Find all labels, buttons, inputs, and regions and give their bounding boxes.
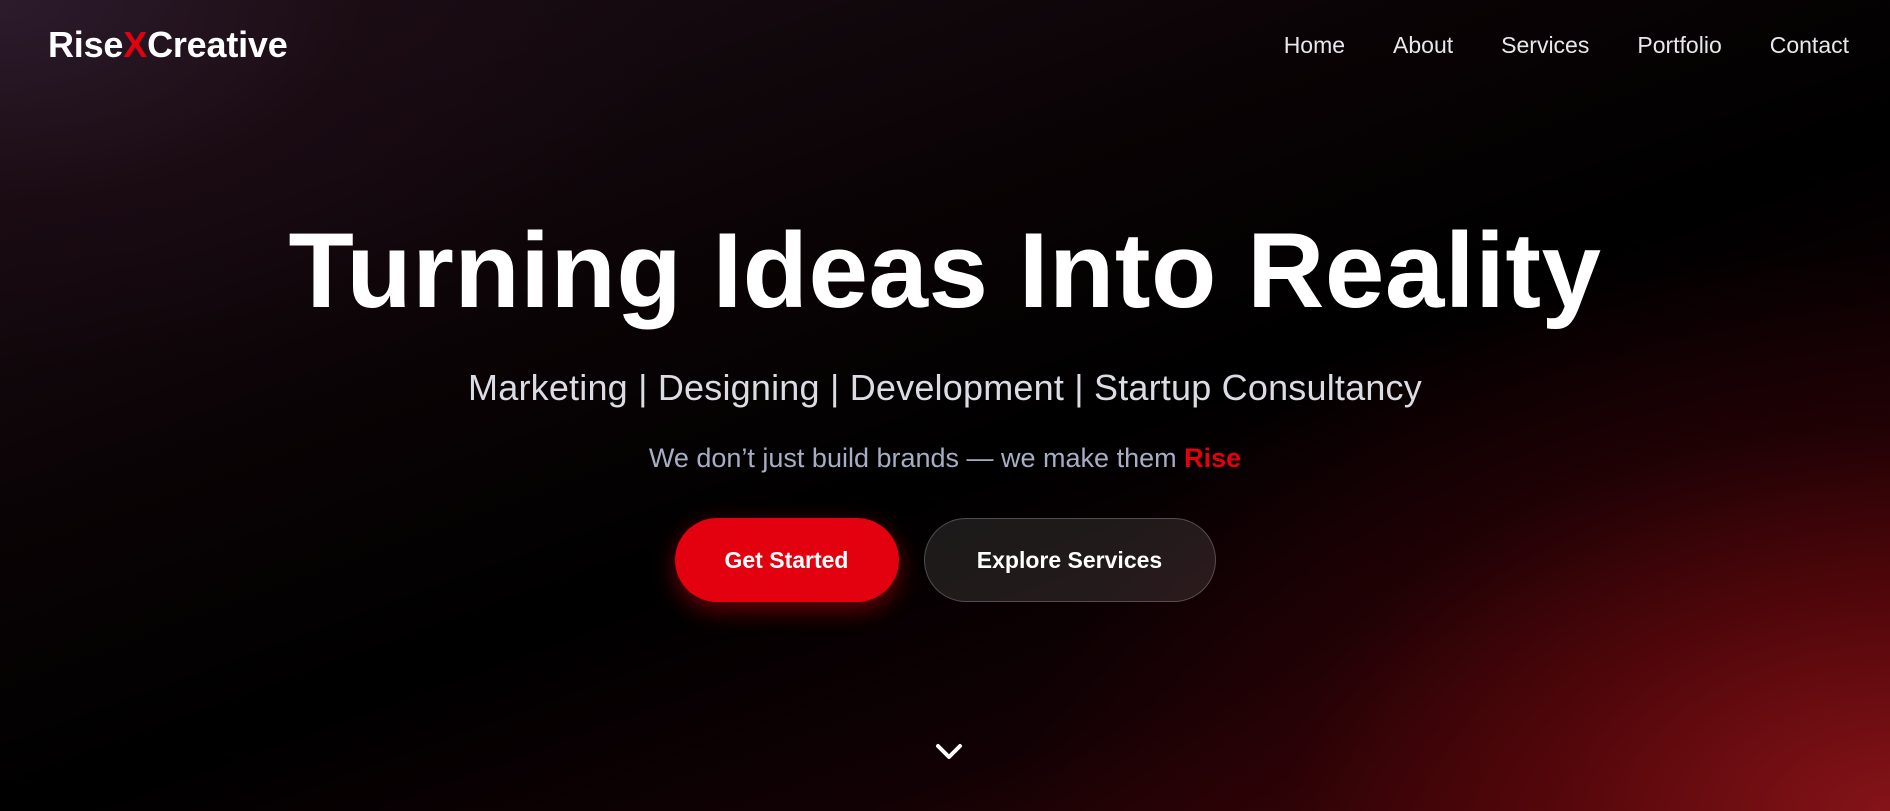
hero-title: Turning Ideas Into Reality (288, 210, 1602, 330)
hero-section: Turning Ideas Into Reality Marketing | D… (0, 208, 1890, 602)
nav-link-contact[interactable]: Contact (1770, 32, 1849, 59)
tagline-text: We don’t just build brands — we make the… (648, 443, 1185, 473)
chevron-down-icon[interactable] (932, 738, 966, 766)
logo-creative: Creative (147, 24, 288, 65)
site-header: RiseXCreative Home About Services Portfo… (0, 0, 1890, 90)
explore-services-button[interactable]: Explore Services (923, 518, 1216, 602)
nav-link-home[interactable]: Home (1284, 32, 1345, 59)
nav-link-portfolio[interactable]: Portfolio (1637, 32, 1721, 59)
logo-x: X (123, 24, 148, 65)
hero-subtitle: Marketing | Designing | Development | St… (468, 367, 1422, 408)
nav-link-about[interactable]: About (1393, 32, 1453, 59)
tagline-highlight: Rise (1184, 443, 1242, 473)
hero-tagline: We don’t just build brands — we make the… (0, 443, 1890, 474)
main-nav: Home About Services Portfolio Contact (1284, 32, 1849, 59)
logo[interactable]: RiseXCreative (48, 24, 288, 66)
nav-link-services[interactable]: Services (1501, 32, 1589, 59)
logo-rise: Rise (48, 24, 124, 65)
get-started-button[interactable]: Get Started (674, 518, 899, 602)
cta-group: Get Started Explore Services (0, 518, 1890, 602)
